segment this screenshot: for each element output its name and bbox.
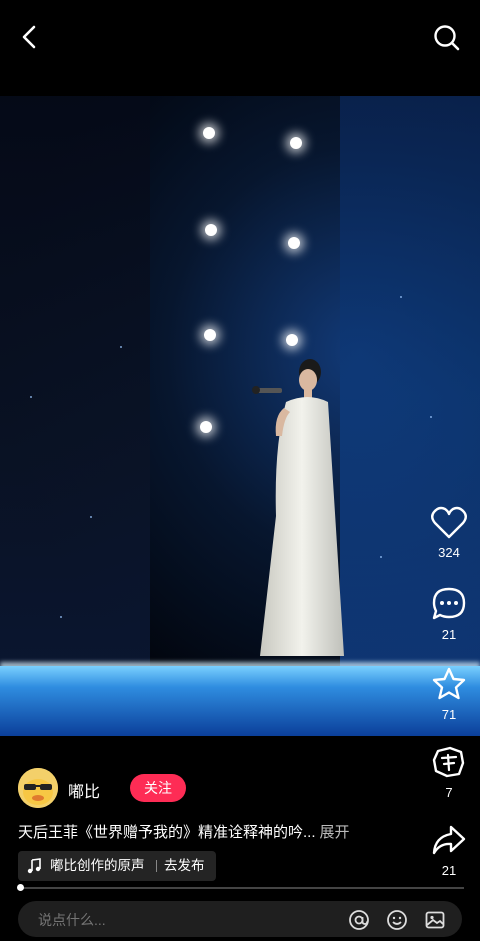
favorite-count: 71 xyxy=(441,707,457,722)
like-button[interactable]: 324 xyxy=(420,505,478,560)
stage-light xyxy=(205,224,217,236)
favorite-button[interactable]: 71 xyxy=(420,665,478,722)
follow-button[interactable]: 关注 xyxy=(130,774,186,802)
comment-input[interactable] xyxy=(36,901,320,939)
author-name[interactable]: 嘟比 xyxy=(68,778,100,802)
sparkle xyxy=(60,616,62,618)
sparkle xyxy=(30,396,32,398)
stage-light xyxy=(286,334,298,346)
stage-light xyxy=(200,421,212,433)
video-caption: 天后王菲《世界赠予我的》精准诠释神的吟... 展开 xyxy=(18,821,418,842)
author-row: 嘟比 关注 xyxy=(18,768,318,808)
stage-floor xyxy=(0,666,480,736)
avatar[interactable] xyxy=(18,768,58,808)
sparkle xyxy=(380,556,382,558)
sparkle xyxy=(400,296,402,298)
emoji-icon[interactable] xyxy=(386,909,408,931)
expand-caption-button[interactable]: 展开 xyxy=(320,824,350,841)
sticker-button[interactable]: 7 xyxy=(420,743,478,800)
music-tag[interactable]: 嘟比创作的原声 去发布 xyxy=(18,851,216,881)
comment-icon xyxy=(432,587,466,620)
search-icon xyxy=(434,25,460,51)
stage-backdrop-left xyxy=(0,96,150,696)
chevron-left-icon xyxy=(22,25,36,49)
stage-light xyxy=(290,137,302,149)
comment-bar xyxy=(18,901,462,939)
music-label: 嘟比创作的原声 xyxy=(50,858,145,873)
video-player[interactable] xyxy=(0,96,480,736)
stage-light xyxy=(288,237,300,249)
music-note-icon xyxy=(27,858,41,874)
comment-button[interactable]: 21 xyxy=(420,585,478,642)
video-progress-bar[interactable] xyxy=(17,884,464,891)
star-icon xyxy=(432,667,466,700)
publish-link[interactable]: 去发布 xyxy=(164,851,205,881)
progress-handle[interactable] xyxy=(17,884,25,891)
comment-count: 21 xyxy=(441,627,457,642)
back-button[interactable] xyxy=(14,20,46,54)
caption-text: 天后王菲《世界赠予我的》精准诠释神的吟... xyxy=(18,824,316,841)
avatar-duck-icon xyxy=(18,768,58,808)
search-button[interactable] xyxy=(430,21,464,55)
share-button[interactable]: 21 xyxy=(420,821,478,878)
singer-figure xyxy=(252,359,344,656)
sticker-count: 7 xyxy=(445,785,453,800)
at-icon[interactable] xyxy=(348,909,370,931)
sparkle xyxy=(120,346,122,348)
stage-light xyxy=(204,329,216,341)
sticker-icon xyxy=(432,746,465,778)
like-count: 324 xyxy=(438,545,460,560)
heart-icon xyxy=(431,506,467,539)
share-icon xyxy=(432,825,466,855)
stage-light xyxy=(203,127,215,139)
sparkle xyxy=(430,416,432,418)
image-icon[interactable] xyxy=(424,909,446,931)
sparkle xyxy=(90,516,92,518)
share-count: 21 xyxy=(441,863,457,878)
divider xyxy=(156,860,157,872)
top-bar xyxy=(0,0,480,75)
